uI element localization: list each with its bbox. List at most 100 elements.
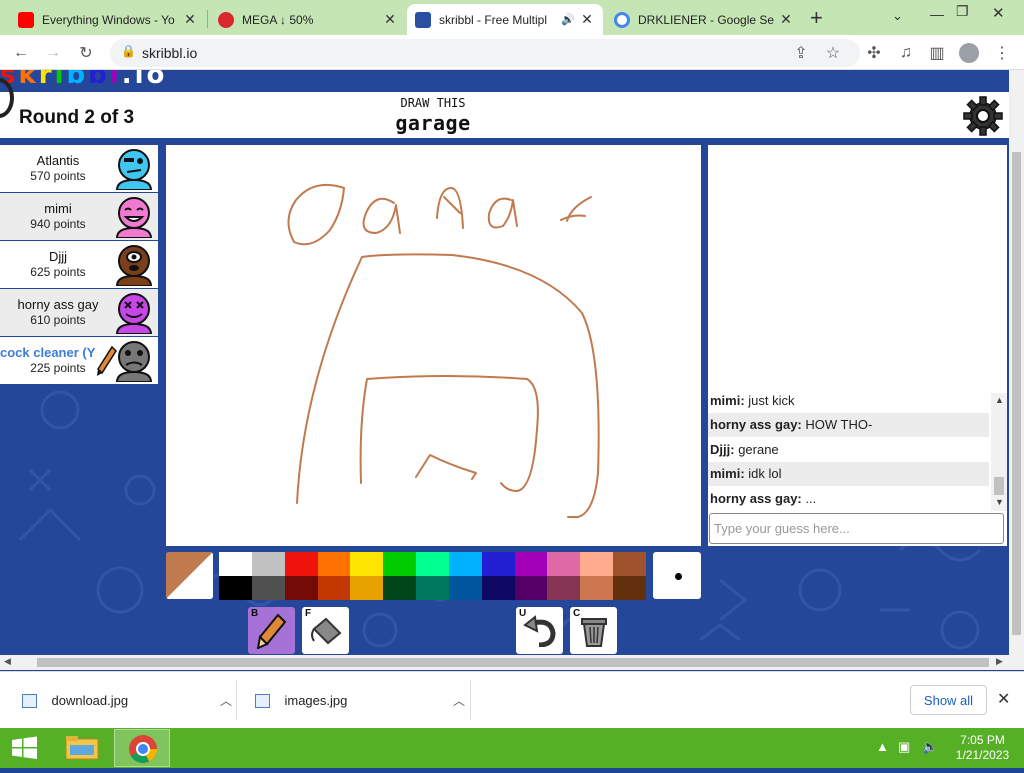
back-icon[interactable]: ← [9,41,33,65]
chat-scrollbar[interactable]: ▲ ▼ [991,393,1007,511]
brush-size-dot [675,573,682,580]
tab-strip: Everything Windows - Yo ✕ MEGA ↓ 50% ✕ s… [0,0,1024,35]
color-swatch[interactable] [317,552,351,576]
audio-icon[interactable]: 🔊 [561,13,575,26]
new-tab-button[interactable]: + [810,5,823,31]
close-icon[interactable]: ✕ [382,11,398,28]
close-icon[interactable]: ✕ [778,11,794,28]
player-name: mimi [44,201,72,216]
color-swatch[interactable] [350,576,384,600]
chrome-taskbar-button[interactable] [114,729,170,767]
restore-button[interactable]: ❐ [956,3,969,20]
brush-size-button[interactable] [653,552,701,599]
lock-icon[interactable]: 🔒 [121,44,136,58]
side-panel-icon[interactable]: ▥ [925,41,949,65]
address-bar[interactable]: 🔒 skribbl.io [110,39,860,67]
guess-input[interactable] [709,513,1004,544]
chrome-icon [129,735,157,763]
fill-tool-button[interactable]: F [302,607,349,654]
color-swatch[interactable] [613,552,646,576]
scroll-left-icon[interactable]: ◀ [4,656,11,667]
player-row-self[interactable]: cock cleaner (Y 225 points [0,337,158,384]
color-swatch[interactable] [448,552,482,576]
page-vertical-scrollbar[interactable] [1009,70,1024,655]
minimize-button[interactable]: — [930,6,944,22]
undo-button[interactable]: U [516,607,563,654]
player-row[interactable]: horny ass gay 610 points [0,289,158,336]
color-swatch[interactable] [219,552,252,576]
show-hidden-icons[interactable]: ▲ [876,739,889,754]
profile-avatar-icon[interactable] [957,41,981,65]
media-control-icon[interactable]: ♫ [894,41,918,65]
show-all-button[interactable]: Show all [910,685,987,715]
color-swatch[interactable] [514,576,548,600]
chat-message: horny ass gay: ... [708,487,989,511]
chevron-up-icon[interactable]: ︿ [220,692,232,709]
color-swatch[interactable] [481,552,515,576]
tab-search-icon[interactable]: ⌄ [892,8,903,24]
tab-google[interactable]: DRKLIENER - Google Sea ✕ [606,4,802,35]
color-swatch[interactable] [284,552,318,576]
color-swatch[interactable] [416,576,449,600]
scroll-down-icon[interactable]: ▼ [995,497,1004,507]
chevron-up-icon[interactable]: ︿ [453,692,465,709]
horizontal-scroll-thumb[interactable] [37,658,989,667]
player-avatar [115,149,153,190]
color-swatch[interactable] [416,552,449,576]
reload-icon[interactable]: ↻ [74,41,98,65]
color-swatch[interactable] [613,576,646,600]
pencil-icon [256,613,287,649]
color-swatch[interactable] [547,576,581,600]
close-shelf-icon[interactable]: ✕ [997,689,1010,709]
player-row[interactable]: Djjj 625 points [0,241,158,288]
close-window-button[interactable]: ✕ [992,4,1005,22]
volume-icon[interactable]: 🔈 [922,739,938,755]
chat-text: gerane [738,442,779,457]
file-explorer-taskbar-button[interactable] [54,729,110,767]
page-horizontal-scrollbar[interactable]: ◀ ▶ [0,655,1024,670]
color-swatch[interactable] [284,576,318,600]
forward-icon[interactable]: → [41,41,65,65]
brush-tool-button[interactable]: B [248,607,295,654]
clear-button[interactable]: C [570,607,617,654]
share-icon[interactable]: ⇪ [789,41,813,65]
download-item[interactable]: images.jpg ︿ [255,672,465,729]
download-item[interactable]: download.jpg ︿ [22,672,232,729]
drawing-canvas[interactable] [166,145,701,546]
menu-kebab-icon[interactable]: ⋮ [990,41,1014,65]
color-swatch[interactable] [317,576,351,600]
color-swatch[interactable] [383,552,417,576]
color-swatch[interactable] [448,576,482,600]
color-swatch[interactable] [514,552,548,576]
color-swatch[interactable] [251,552,285,576]
scroll-right-icon[interactable]: ▶ [996,656,1003,667]
player-row[interactable]: mimi 940 points [0,193,158,240]
color-swatch[interactable] [383,576,417,600]
download-shelf: download.jpg ︿ images.jpg ︿ Show all ✕ [0,671,1024,728]
tab-youtube[interactable]: Everything Windows - Yo ✕ [10,4,206,35]
color-swatch[interactable] [251,576,285,600]
close-icon[interactable]: ✕ [182,11,198,28]
windows-start-icon[interactable] [0,728,50,768]
color-swatch[interactable] [481,576,515,600]
extensions-icon[interactable]: ✣ [862,41,886,65]
chat-scroll-thumb[interactable] [994,477,1004,495]
tab-mega[interactable]: MEGA ↓ 50% ✕ [210,4,406,35]
tab-skribbl[interactable]: skribbl - Free Multipl 🔊 ✕ [407,4,603,35]
network-icon[interactable]: ▣ [898,739,910,755]
system-clock[interactable]: 7:05 PM 1/21/2023 [945,733,1020,763]
settings-gear-icon[interactable] [963,96,1003,136]
scroll-up-icon[interactable]: ▲ [995,395,1004,405]
vertical-scroll-thumb[interactable] [1012,152,1021,635]
current-color-swatch[interactable] [166,552,213,599]
chat-author: mimi: [710,466,745,481]
color-swatch[interactable] [350,552,384,576]
bookmark-star-icon[interactable]: ☆ [821,41,845,65]
color-swatch[interactable] [580,576,614,600]
color-swatch[interactable] [219,576,252,600]
color-swatch[interactable] [547,552,581,576]
player-row[interactable]: Atlantis 570 points [0,145,158,192]
tab-title: DRKLIENER - Google Sea [638,12,774,27]
close-icon[interactable]: ✕ [579,11,595,28]
color-swatch[interactable] [580,552,614,576]
